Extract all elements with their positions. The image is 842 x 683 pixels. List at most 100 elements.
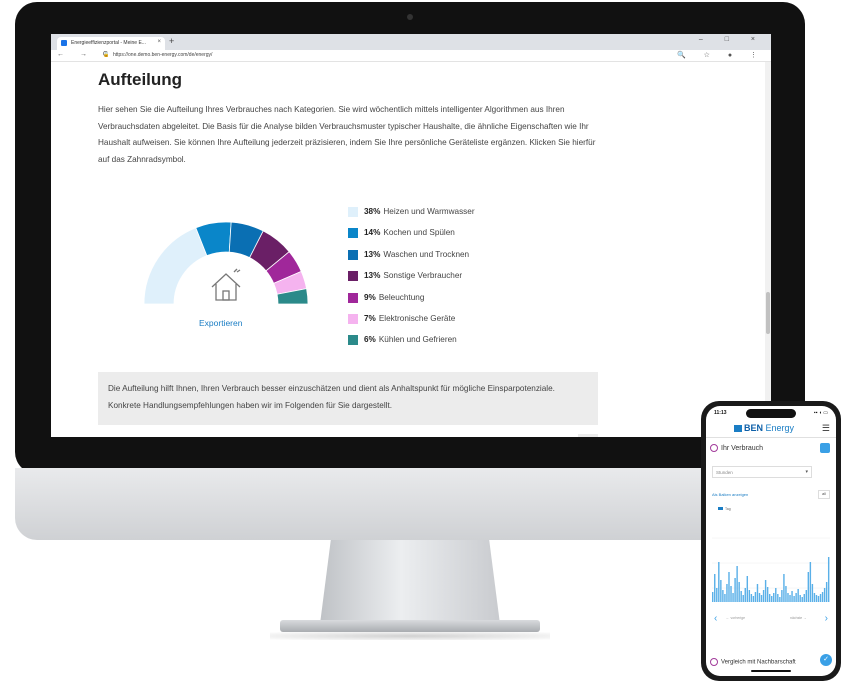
- phone-chart-bar: [732, 593, 734, 602]
- phone-chart-bar: [805, 590, 808, 602]
- phone-chart-bar: [726, 584, 728, 602]
- browser-tab[interactable]: Energieeffizienzportal - Meine E... ×: [57, 37, 165, 50]
- status-icons: ▪▪ ◖ ▭: [813, 410, 828, 416]
- phone-chart-bar: [744, 588, 746, 602]
- legend-percent: 38%: [364, 207, 381, 216]
- phone-chart-bar: [803, 594, 805, 602]
- phone-chart-bar: [750, 594, 753, 602]
- camera-icon: [407, 14, 413, 20]
- phone-chart-bar: [785, 586, 787, 602]
- imac-stand-base: [280, 620, 540, 632]
- menu-icon[interactable]: ☰: [822, 423, 830, 434]
- phone-chart-bar: [787, 593, 789, 602]
- phone-chart-bar: [754, 592, 757, 602]
- phone-screen: 11:13 ▪▪ ◖ ▭ BEN Energy ☰ Ihr Verbrauch …: [706, 406, 836, 676]
- phone-chart-bar: [817, 596, 820, 602]
- legend-swatch: [348, 207, 358, 217]
- phone-chart-bar: [752, 596, 755, 602]
- legend-item: 38% Heizen und Warmwasser: [348, 206, 475, 227]
- phone-chart-bar: [815, 595, 818, 602]
- window-controls[interactable]: – □ ×: [699, 36, 765, 43]
- consumption-bar-chart: [712, 537, 830, 602]
- phone-chart-bar: [813, 593, 816, 602]
- tab-close-icon[interactable]: ×: [157, 39, 161, 45]
- phone-chart-bar: [821, 592, 824, 602]
- phone-chart-bar: [712, 592, 714, 602]
- gear-icon[interactable]: ⚙: [578, 434, 598, 437]
- legend-percent: 6%: [364, 335, 376, 345]
- bar-view-link[interactable]: Als Balken anzeigen: [712, 492, 748, 497]
- tab-bar: Energieeffizienzportal - Meine E... × + …: [51, 34, 771, 50]
- chevron-down-icon: ▾: [805, 469, 808, 475]
- legend-label: Sonstige Verbraucher: [383, 271, 463, 281]
- phone-chart-bar: [716, 588, 718, 602]
- phone-chart-bar: [801, 597, 803, 602]
- phone-chart-bar: [777, 594, 779, 602]
- dynamic-island: [746, 409, 796, 418]
- phone-chart-bar: [724, 594, 726, 602]
- legend-swatch: [348, 292, 358, 303]
- page-title: Aufteilung: [98, 70, 183, 89]
- next-arrow-icon[interactable]: ›: [825, 613, 828, 624]
- section-title-neighbourhood: Vergleich mit Nachbarschaft: [710, 658, 796, 666]
- phone-chart-bar: [823, 588, 826, 602]
- resolution-select[interactable]: Stunden ▾: [712, 466, 812, 478]
- phone-chart-bar: [783, 574, 785, 602]
- url-field[interactable]: https://one.demo.ben-energy.com/de/energ…: [113, 52, 212, 58]
- phone-chart-bar: [714, 574, 716, 602]
- phone-chart-bar: [720, 580, 722, 602]
- tab-title: Energieeffizienzportal - Meine E...: [71, 40, 146, 46]
- phone-chart-bar: [748, 590, 751, 602]
- consumption-icon: [710, 444, 718, 452]
- legend-item: 13% Waschen und Trocknen: [348, 249, 475, 270]
- legend-item: 9% Beleuchtung: [348, 292, 475, 313]
- phone-chart-bar: [825, 582, 828, 602]
- toolbar-icons[interactable]: 🔍 ☆ ● ⋮: [677, 51, 765, 59]
- imac-chin: [15, 468, 805, 540]
- phone-chart-bar: [762, 590, 765, 602]
- pager-prev-text[interactable]: ← vorherige: [726, 616, 745, 620]
- intro-paragraph: Hier sehen Sie die Aufteilung Ihres Verb…: [98, 105, 596, 164]
- phone-chart-legend: Tag: [718, 507, 731, 511]
- export-link[interactable]: Exportieren: [199, 318, 242, 328]
- breakdown-donut-chart: [143, 221, 309, 305]
- section-title-consumption: Ihr Verbrauch: [710, 444, 763, 452]
- legend-swatch: [348, 271, 358, 282]
- prev-arrow-icon[interactable]: ‹: [714, 613, 717, 624]
- scene: Energieeffizienzportal - Meine E... × + …: [0, 0, 842, 683]
- scrollbar[interactable]: [765, 62, 771, 437]
- smartphone: 11:13 ▪▪ ◖ ▭ BEN Energy ☰ Ihr Verbrauch …: [701, 401, 841, 681]
- legend-percent: 13%: [364, 271, 381, 281]
- chart-legend: 38% Heizen und Warmwasser 14% Kochen und Sp…: [348, 206, 475, 356]
- legend-percent: 13%: [364, 249, 381, 259]
- phone-chart-bar: [827, 557, 830, 602]
- brand-name: BEN Energy: [744, 423, 795, 433]
- legend-swatch: [348, 335, 358, 346]
- compare-icon: [710, 658, 718, 666]
- phone-chart-bar: [756, 584, 759, 602]
- browser-window: Energieeffizienzportal - Meine E... × + …: [51, 34, 771, 437]
- pager-next-text[interactable]: nächste →: [790, 616, 807, 620]
- phone-chart-bar: [740, 591, 742, 602]
- page-content: Aufteilung Hier sehen Sie die Aufteilung…: [51, 62, 771, 437]
- legend-label: Elektronische Geräte: [378, 313, 456, 323]
- phone-chart-bar: [746, 576, 749, 602]
- legend-percent: 14%: [364, 228, 381, 238]
- phone-chart-bar: [722, 590, 724, 602]
- legend-swatch: [348, 249, 358, 260]
- new-tab-button[interactable]: +: [169, 36, 174, 46]
- legend-swatch: [348, 228, 358, 239]
- scrollbar-thumb[interactable]: [766, 292, 770, 334]
- phone-chart-bar: [742, 595, 744, 602]
- phone-chart-bar: [781, 590, 783, 602]
- options-button[interactable]: [820, 443, 830, 453]
- imac-stand: [320, 540, 500, 624]
- phone-chart-bar: [799, 595, 801, 602]
- address-bar: ← → C 🔒 https://one.demo.ben-energy.com/…: [51, 50, 771, 62]
- all-button[interactable]: all: [818, 490, 830, 499]
- phone-chart-bar: [779, 597, 781, 602]
- check-icon[interactable]: ✓: [820, 654, 832, 666]
- phone-chart-bar: [764, 580, 767, 602]
- phone-chart-bar: [736, 566, 738, 602]
- donut-slice-1[interactable]: [143, 227, 208, 305]
